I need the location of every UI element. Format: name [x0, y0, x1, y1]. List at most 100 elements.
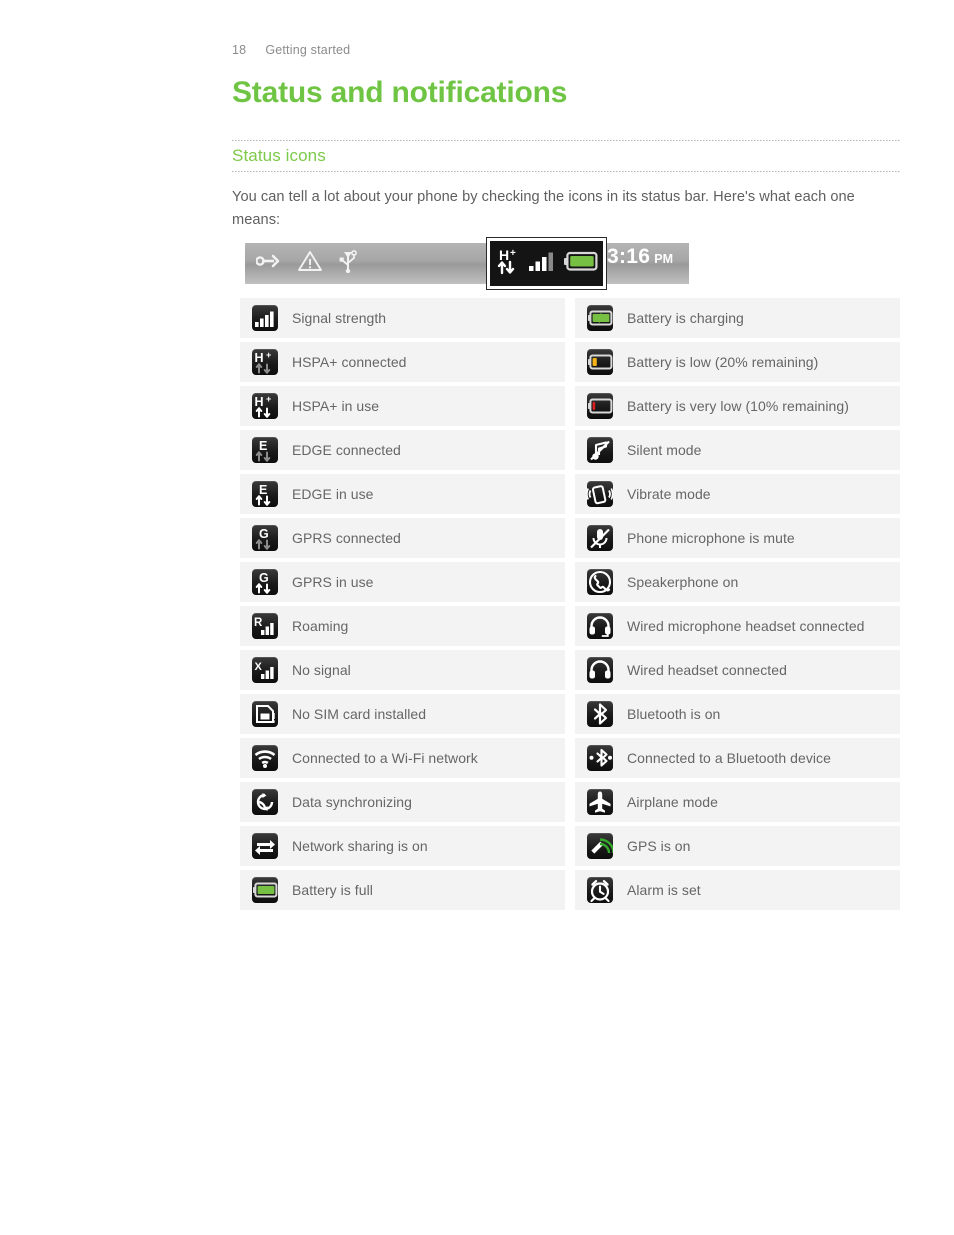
- row-label: Battery is low (20% remaining): [627, 354, 819, 370]
- link-icon: [255, 251, 282, 276]
- table-row: Connected to a Bluetooth device: [575, 738, 900, 778]
- row-label: HSPA+ connected: [292, 354, 407, 370]
- row-label: Connected to a Wi-Fi network: [292, 750, 478, 766]
- row-label: Wired microphone headset connected: [627, 618, 865, 634]
- edge-connected-icon: E: [252, 437, 278, 463]
- microphone-mute-icon: [587, 525, 613, 551]
- row-label: Roaming: [292, 618, 349, 634]
- svg-text:E: E: [259, 483, 267, 497]
- table-row: Signal strength: [240, 298, 565, 338]
- row-label: Wired headset connected: [627, 662, 787, 678]
- status-bar-clock: 3:16 PM: [607, 245, 673, 282]
- svg-text:R: R: [254, 617, 263, 629]
- table-row: R Roaming: [240, 606, 565, 646]
- table-row: Connected to a Wi-Fi network: [240, 738, 565, 778]
- svg-text:H: H: [255, 351, 264, 365]
- hspa-plus-in-use-icon: H +: [252, 393, 278, 419]
- speakerphone-icon: [587, 569, 613, 595]
- table-row: GPS is on: [575, 826, 900, 866]
- table-row: Silent mode: [575, 430, 900, 470]
- battery-full-icon: [563, 251, 598, 276]
- wired-headset-icon: [587, 657, 613, 683]
- network-sharing-icon: [252, 833, 278, 859]
- battery-very-low-icon: [587, 393, 613, 419]
- row-label: Network sharing is on: [292, 838, 428, 854]
- svg-text:+: +: [266, 350, 271, 360]
- table-row: Battery is charging: [575, 298, 900, 338]
- no-sim-card-icon: [252, 701, 278, 727]
- gprs-in-use-icon: G: [252, 569, 278, 595]
- svg-text:G: G: [259, 571, 269, 585]
- warning-triangle-icon: [296, 249, 324, 278]
- row-label: Signal strength: [292, 310, 387, 326]
- section-status-icons: Status icons You can tell a lot about yo…: [232, 140, 900, 232]
- row-label: Connected to a Bluetooth device: [627, 750, 831, 766]
- table-row: Bluetooth is on: [575, 694, 900, 734]
- page-title: Status and notifications: [232, 76, 568, 109]
- table-row: Vibrate mode: [575, 474, 900, 514]
- no-signal-icon: X: [252, 657, 278, 683]
- edge-in-use-icon: E: [252, 481, 278, 507]
- table-row: X No signal: [240, 650, 565, 690]
- divider-bottom: [232, 171, 900, 172]
- svg-text:H: H: [499, 247, 509, 263]
- table-row: Wired headset connected: [575, 650, 900, 690]
- row-label: Airplane mode: [627, 794, 718, 810]
- section-heading: Status icons: [232, 146, 326, 165]
- row-label: GPRS in use: [292, 574, 374, 590]
- row-label: Alarm is set: [627, 882, 701, 898]
- battery-low-icon: [587, 349, 613, 375]
- highlighted-status-icons-box: H +: [486, 237, 607, 290]
- row-label: Battery is charging: [627, 310, 744, 326]
- row-label: Speakerphone on: [627, 574, 739, 590]
- clock-time: 3:16: [607, 245, 651, 268]
- table-row: Wired microphone headset connected: [575, 606, 900, 646]
- alarm-set-icon: [587, 877, 613, 903]
- row-label: Vibrate mode: [627, 486, 711, 502]
- svg-text:H: H: [255, 395, 264, 409]
- svg-text:E: E: [259, 439, 267, 453]
- gps-on-icon: [587, 833, 613, 859]
- clock-ampm: PM: [654, 252, 673, 266]
- table-row: E EDGE connected: [240, 430, 565, 470]
- table-row: E EDGE in use: [240, 474, 565, 514]
- table-row: G GPRS in use: [240, 562, 565, 602]
- bluetooth-on-icon: [587, 701, 613, 727]
- running-head: 18 Getting started: [232, 43, 350, 57]
- table-row: Data synchronizing: [240, 782, 565, 822]
- table-row: Battery is low (20% remaining): [575, 342, 900, 382]
- gprs-connected-icon: G: [252, 525, 278, 551]
- row-label: Battery is full: [292, 882, 373, 898]
- svg-text:+: +: [510, 248, 516, 259]
- usb-icon: [338, 249, 360, 278]
- table-row: Battery is full: [240, 870, 565, 910]
- table-row: G GPRS connected: [240, 518, 565, 558]
- icon-table-left-column: Signal strength H + HSPA+ connected H + HS…: [240, 298, 565, 910]
- row-label: Phone microphone is mute: [627, 530, 795, 546]
- table-row: Alarm is set: [575, 870, 900, 910]
- row-label: Bluetooth is on: [627, 706, 721, 722]
- row-label: Data synchronizing: [292, 794, 412, 810]
- signal-strength-icon: [252, 305, 278, 331]
- table-row: Speakerphone on: [575, 562, 900, 602]
- row-label: HSPA+ in use: [292, 398, 380, 414]
- row-label: GPS is on: [627, 838, 691, 854]
- battery-charging-icon: [587, 305, 613, 331]
- table-row: Airplane mode: [575, 782, 900, 822]
- status-icon-table: Signal strength H + HSPA+ connected H + HS…: [240, 298, 900, 910]
- table-row: No SIM card installed: [240, 694, 565, 734]
- wifi-connected-icon: [252, 745, 278, 771]
- battery-full-icon: [252, 877, 278, 903]
- airplane-mode-icon: [587, 789, 613, 815]
- table-row: H + HSPA+ in use: [240, 386, 565, 426]
- svg-text:G: G: [259, 527, 269, 541]
- section-body-text: You can tell a lot about your phone by c…: [232, 189, 855, 228]
- row-label: Silent mode: [627, 442, 702, 458]
- roaming-icon: R: [252, 613, 278, 639]
- signal-strength-icon: [528, 250, 557, 277]
- status-bar-left-segment: [245, 243, 485, 284]
- table-row: H + HSPA+ connected: [240, 342, 565, 382]
- row-label: GPRS connected: [292, 530, 401, 546]
- svg-text:X: X: [255, 661, 263, 673]
- manual-page: 18 Getting started Status and notificati…: [0, 0, 954, 1235]
